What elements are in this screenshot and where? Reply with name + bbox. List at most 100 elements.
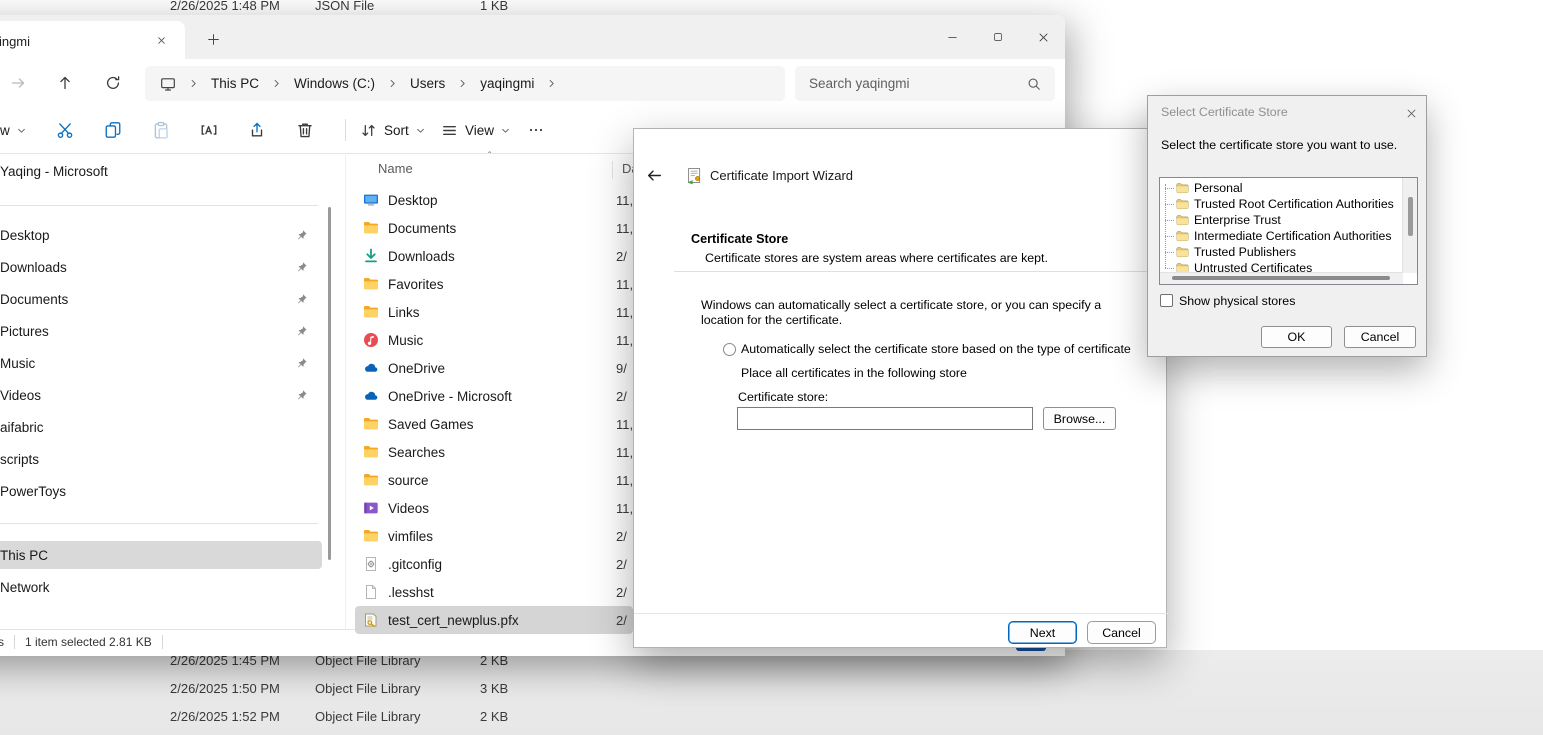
- sidebar-item-music[interactable]: Music: [0, 349, 322, 377]
- downloads-icon: [363, 248, 379, 264]
- file-row[interactable]: Music11,: [355, 326, 633, 354]
- tree-item-trusted-root-certification-authorities[interactable]: Trusted Root Certification Authorities: [1164, 196, 1400, 212]
- sidebar-item-network[interactable]: Network: [0, 573, 322, 601]
- dialog-close-button[interactable]: [1400, 102, 1422, 124]
- breadcrumb-segment[interactable]: Windows (C:): [294, 76, 375, 91]
- sidebar-item-label: PowerToys: [0, 484, 66, 499]
- tree-item-enterprise-trust[interactable]: Enterprise Trust: [1164, 212, 1400, 228]
- file-name: .lesshst: [388, 585, 616, 600]
- show-physical-stores-checkbox[interactable]: [1160, 294, 1173, 307]
- folder-icon: [1176, 262, 1189, 273]
- file-row[interactable]: OneDrive9/: [355, 354, 633, 382]
- file-row[interactable]: Searches11,: [355, 438, 633, 466]
- file-row[interactable]: source11,: [355, 466, 633, 494]
- tree-connector: [1164, 260, 1174, 272]
- radio-automatic-store[interactable]: [723, 343, 736, 356]
- sidebar-item-documents[interactable]: Documents: [0, 285, 322, 313]
- sidebar-item-aifabric[interactable]: aifabric: [0, 413, 322, 441]
- file-row[interactable]: Saved Games11,: [355, 410, 633, 438]
- breadcrumb-segment[interactable]: This PC: [211, 76, 259, 91]
- tree-item-intermediate-certification-authorities[interactable]: Intermediate Certification Authorities: [1164, 228, 1400, 244]
- file-date-fragment: 2/: [616, 529, 633, 544]
- new-button-fragment[interactable]: w: [0, 113, 34, 147]
- tree-vertical-scrollbar[interactable]: [1402, 178, 1417, 273]
- close-window-button[interactable]: [1022, 26, 1064, 48]
- search-input[interactable]: Search yaqingmi: [795, 66, 1055, 101]
- sidebar-item-videos[interactable]: Videos: [0, 381, 322, 409]
- wizard-page-subheading: Certificate stores are system areas wher…: [705, 251, 1048, 265]
- plus-icon: [207, 33, 220, 46]
- scrollbar-thumb[interactable]: [1408, 197, 1413, 236]
- new-tab-button[interactable]: [202, 28, 224, 50]
- maximize-button[interactable]: [976, 26, 1020, 48]
- radio-automatic-store-label[interactable]: Automatically select the certificate sto…: [741, 342, 1131, 356]
- radio-place-in-store-label[interactable]: Place all certificates in the following …: [741, 366, 967, 380]
- view-button[interactable]: View: [433, 113, 518, 147]
- tree-connector: [1164, 228, 1174, 244]
- more-button[interactable]: [518, 113, 554, 147]
- sidebar-item-pictures[interactable]: Pictures: [0, 317, 322, 345]
- share-button[interactable]: [239, 113, 275, 147]
- dialog-cancel-button[interactable]: Cancel: [1344, 326, 1416, 348]
- sidebar-item-downloads[interactable]: Downloads: [0, 253, 322, 281]
- file-date-fragment: 11,: [616, 333, 633, 348]
- column-separator[interactable]: [612, 161, 613, 179]
- sidebar-scrollbar[interactable]: [328, 207, 331, 560]
- forward-button[interactable]: [1, 66, 35, 100]
- tree-horizontal-scrollbar[interactable]: [1160, 272, 1403, 284]
- cut-button[interactable]: [47, 113, 83, 147]
- sidebar-item-powertoys[interactable]: PowerToys: [0, 477, 322, 505]
- file-row[interactable]: OneDrive - Microsoft2/: [355, 382, 633, 410]
- file-row[interactable]: vimfiles2/: [355, 522, 633, 550]
- sidebar-item-scripts[interactable]: scripts: [0, 445, 322, 473]
- file-name: .gitconfig: [388, 557, 616, 572]
- scrollbar-thumb[interactable]: [1172, 276, 1390, 280]
- wizard-cancel-button[interactable]: Cancel: [1087, 621, 1156, 644]
- certificate-store-input[interactable]: [737, 407, 1033, 430]
- sidebar-item-label: Pictures: [0, 324, 49, 339]
- next-button[interactable]: Next: [1008, 621, 1077, 644]
- sidebar-item-this-pc[interactable]: This PC: [0, 541, 322, 569]
- wizard-back-button[interactable]: [637, 158, 671, 192]
- tab-yaqingmi[interactable]: yaqingmi: [0, 21, 185, 59]
- file-row[interactable]: Favorites11,: [355, 270, 633, 298]
- ok-button[interactable]: OK: [1261, 326, 1332, 348]
- show-physical-stores-label[interactable]: Show physical stores: [1179, 294, 1295, 308]
- file-row[interactable]: Links11,: [355, 298, 633, 326]
- tree-item-personal[interactable]: Personal: [1164, 180, 1400, 196]
- file-row[interactable]: Desktop11,: [355, 186, 633, 214]
- search-icon: [1027, 77, 1041, 91]
- rename-button[interactable]: [191, 113, 227, 147]
- copy-button[interactable]: [95, 113, 131, 147]
- tree-item-label: Intermediate Certification Authorities: [1194, 229, 1392, 243]
- chevron-right-icon: [388, 79, 397, 88]
- breadcrumb-segment[interactable]: yaqingmi: [480, 76, 534, 91]
- tree-item-untrusted-certificates[interactable]: Untrusted Certificates: [1164, 260, 1400, 272]
- delete-button[interactable]: [287, 113, 323, 147]
- tree-connector: [1164, 244, 1174, 260]
- file-row[interactable]: .lesshst2/: [355, 578, 633, 606]
- minimize-button[interactable]: [930, 26, 974, 48]
- refresh-button[interactable]: [96, 66, 130, 100]
- sidebar-item-yaqing-microsoft[interactable]: Yaqing - Microsoft: [0, 157, 322, 185]
- sort-button[interactable]: Sort: [352, 113, 433, 147]
- tab-close-button[interactable]: [150, 29, 172, 51]
- file-row[interactable]: Videos11,: [355, 494, 633, 522]
- certificate-store-tree[interactable]: PersonalTrusted Root Certification Autho…: [1159, 177, 1418, 285]
- file-row[interactable]: Downloads2/: [355, 242, 633, 270]
- browse-button[interactable]: Browse...: [1043, 407, 1116, 430]
- file-row[interactable]: .gitconfig2/: [355, 550, 633, 578]
- breadcrumb[interactable]: This PC Windows (C:) Users yaqingmi: [145, 66, 785, 101]
- tree-item-label: Personal: [1194, 181, 1243, 195]
- column-header-name[interactable]: Name: [378, 161, 413, 176]
- dialog-instruction: Select the certificate store you want to…: [1161, 138, 1397, 152]
- sidebar-item-desktop[interactable]: Desktop: [0, 221, 322, 249]
- file-name: OneDrive: [388, 361, 616, 376]
- paste-button[interactable]: [143, 113, 179, 147]
- cloud-icon: [363, 360, 379, 376]
- breadcrumb-segment[interactable]: Users: [410, 76, 445, 91]
- up-button[interactable]: [48, 66, 82, 100]
- file-row[interactable]: test_cert_newplus.pfx2/: [355, 606, 633, 634]
- tree-item-trusted-publishers[interactable]: Trusted Publishers: [1164, 244, 1400, 260]
- file-row[interactable]: Documents11,: [355, 214, 633, 242]
